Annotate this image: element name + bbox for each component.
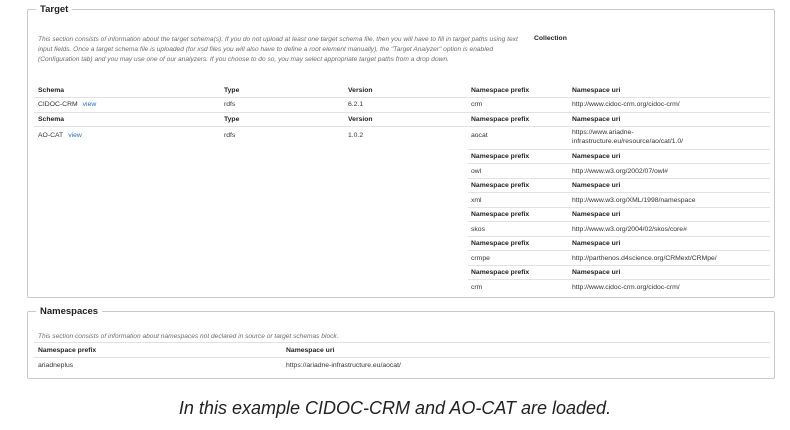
namespaces-section: Namespaces This section consists of info…	[27, 306, 775, 379]
namespace-uri: http://www.w3.org/2004/02/skos/core#	[572, 226, 687, 233]
schema-name-text: AO-CAT	[38, 132, 64, 139]
namespace-prefix: aocat	[471, 132, 488, 139]
namespace-prefix: xml	[471, 197, 482, 204]
namespace-uri: http://www.w3.org/2002/07/owl#	[572, 168, 668, 175]
namespace-prefix-header: Namespace prefix	[471, 211, 530, 218]
namespace-prefix: ariadneplus	[38, 362, 74, 369]
namespace-prefix-header: Namespace prefix	[471, 182, 530, 189]
version-header: Version	[348, 116, 373, 123]
view-schema-link[interactable]: view	[83, 101, 97, 108]
namespaces-legend: Namespaces	[40, 306, 99, 317]
namespace-uri-header: Namespace uri	[572, 269, 621, 276]
namespace-prefix-header: Namespace prefix	[471, 240, 530, 247]
namespace-prefix-header: Namespace prefix	[38, 347, 97, 354]
namespace-prefix: owl	[471, 168, 482, 175]
namespace-prefix: crm	[471, 284, 483, 291]
namespace-uri: http://www.cidoc-crm.org/cidoc-crm/	[572, 101, 680, 108]
namespace-uri: https://www.ariadne-infrastructure.eu/re…	[572, 129, 684, 145]
namespace-uri-header: Namespace uri	[572, 182, 621, 189]
namespaces-description: This section consists of information abo…	[38, 333, 339, 340]
namespace-uri: https://ariadne-infrastructure.eu/aocat/	[286, 362, 401, 369]
target-description: This section consists of information abo…	[38, 36, 518, 63]
schema-header: Schema	[38, 116, 65, 123]
namespace-uri-header: Namespace uri	[572, 153, 621, 160]
type-header: Type	[224, 116, 240, 123]
schema-name: AO-CAT view	[38, 132, 82, 139]
namespace-uri-header: Namespace uri	[286, 347, 335, 354]
schema-name-text: CIDOC-CRM	[38, 101, 78, 108]
schema-type: rdfs	[224, 101, 236, 108]
namespace-uri: http://parthenos.d4science.org/CRMext/CR…	[572, 255, 717, 262]
schema-name: CIDOC-CRM view	[38, 101, 96, 108]
collection-label: Collection	[534, 35, 567, 42]
type-header: Type	[224, 87, 240, 94]
namespace-prefix-header: Namespace prefix	[471, 87, 530, 94]
namespace-prefix-header: Namespace prefix	[471, 116, 530, 123]
view-schema-link[interactable]: view	[68, 132, 82, 139]
namespace-uri: http://www.w3.org/XML/1998/namespace	[572, 197, 696, 204]
schema-version: 1.0.2	[348, 132, 364, 139]
namespace-prefix-header: Namespace prefix	[471, 153, 530, 160]
namespace-prefix: crm	[471, 101, 483, 108]
namespace-uri: http://www.cidoc-crm.org/cidoc-crm/	[572, 284, 680, 291]
target-section: Target This section consists of informat…	[27, 4, 775, 298]
namespace-uri-header: Namespace uri	[572, 211, 621, 218]
schema-type: rdfs	[224, 132, 236, 139]
namespace-uri-header: Namespace uri	[572, 240, 621, 247]
namespace-prefix-header: Namespace prefix	[471, 269, 530, 276]
slide-caption: In this example CIDOC-CRM and AO-CAT are…	[178, 398, 612, 418]
target-legend: Target	[40, 4, 69, 15]
namespace-prefix: skos	[471, 226, 485, 233]
namespace-uri-header: Namespace uri	[572, 87, 621, 94]
schema-version: 6.2.1	[348, 101, 364, 108]
namespace-uri-header: Namespace uri	[572, 116, 621, 123]
version-header: Version	[348, 87, 373, 94]
namespace-prefix: crmpe	[471, 255, 490, 262]
schema-header: Schema	[38, 87, 65, 94]
